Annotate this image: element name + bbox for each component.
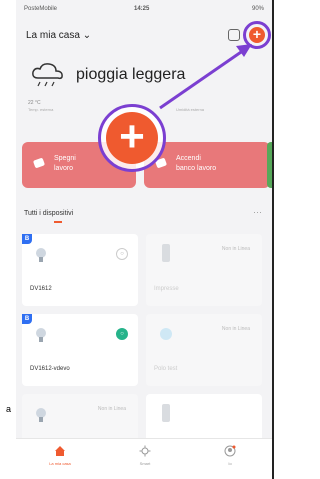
bulb-icon [36,408,46,422]
bluetooth-badge: B [22,314,32,324]
tab-label: Io [228,461,232,466]
scene-tag-icon [32,157,46,169]
devices-tab[interactable]: Tutti i dispositivi [24,210,73,217]
device-name: DV1612 [30,286,52,292]
bottom-tab-bar: La mia casa Smart Io [16,438,272,479]
home-selector[interactable]: La mia casa ⌄ [26,30,91,41]
device-name: Impresse [154,286,179,292]
outdoor-temperature: 22 °C [28,100,41,106]
header: La mia casa ⌄ + [16,21,272,50]
humidity-caption: Umidità esterna [176,107,205,112]
bulb-icon [36,248,46,262]
tab-profile[interactable]: Io [200,445,260,466]
temperature-caption: Temp. esterna [28,107,54,112]
device-icon [160,328,172,340]
battery-level: 90% [251,6,264,12]
phone-screen: PosteMobile 14:25 90% La mia casa ⌄ + pi… [16,0,274,479]
scene-label: Accendi banco lavoro [176,155,217,172]
device-card-impresse[interactable]: Non in Linea Impresse [146,234,262,306]
power-toggle[interactable]: ○ [116,328,128,340]
weather-condition: pioggia leggera [76,66,186,83]
rain-cloud-icon [32,63,63,87]
device-icon [162,404,170,422]
device-name: Polo test [154,366,178,372]
carrier-label: PosteMobile [24,6,58,12]
tab-indicator [54,221,62,223]
tab-label: La mia casa [49,461,71,466]
page-letter: a [6,404,12,414]
plug-icon [162,244,170,262]
more-options-icon[interactable]: ··· [253,207,262,217]
clock: 14:25 [134,6,150,12]
tab-home[interactable]: La mia casa [30,445,90,466]
bluetooth-badge: B [22,234,32,244]
add-plus-callout: + [106,112,158,164]
scene-card-partial[interactable] [267,142,272,188]
device-card-dv1612[interactable]: B ○ DV1612 [22,234,138,306]
offline-status: Non in Linea [221,326,250,332]
bulb-icon [36,328,46,342]
device-name: DV1612-vdevo [30,366,70,372]
offline-status: Non in Linea [97,406,126,412]
device-card-polo-test[interactable]: Non in Linea Polo test [146,314,262,386]
hub-icon[interactable] [228,29,240,41]
tab-label: Smart [139,461,151,466]
offline-status: Non in Linea [221,246,250,252]
status-bar: PosteMobile 14:25 90% [16,0,272,18]
device-card-dv1612-vdevo[interactable]: B ○ DV1612-vdevo [22,314,138,386]
power-toggle[interactable]: ○ [116,248,128,260]
profile-icon [224,445,236,457]
highlight-ring [243,21,271,49]
home-icon [55,446,65,456]
sun-icon [139,445,151,457]
scene-label: Spegni lavoro [54,155,76,172]
tab-smart[interactable]: Smart [115,445,175,466]
